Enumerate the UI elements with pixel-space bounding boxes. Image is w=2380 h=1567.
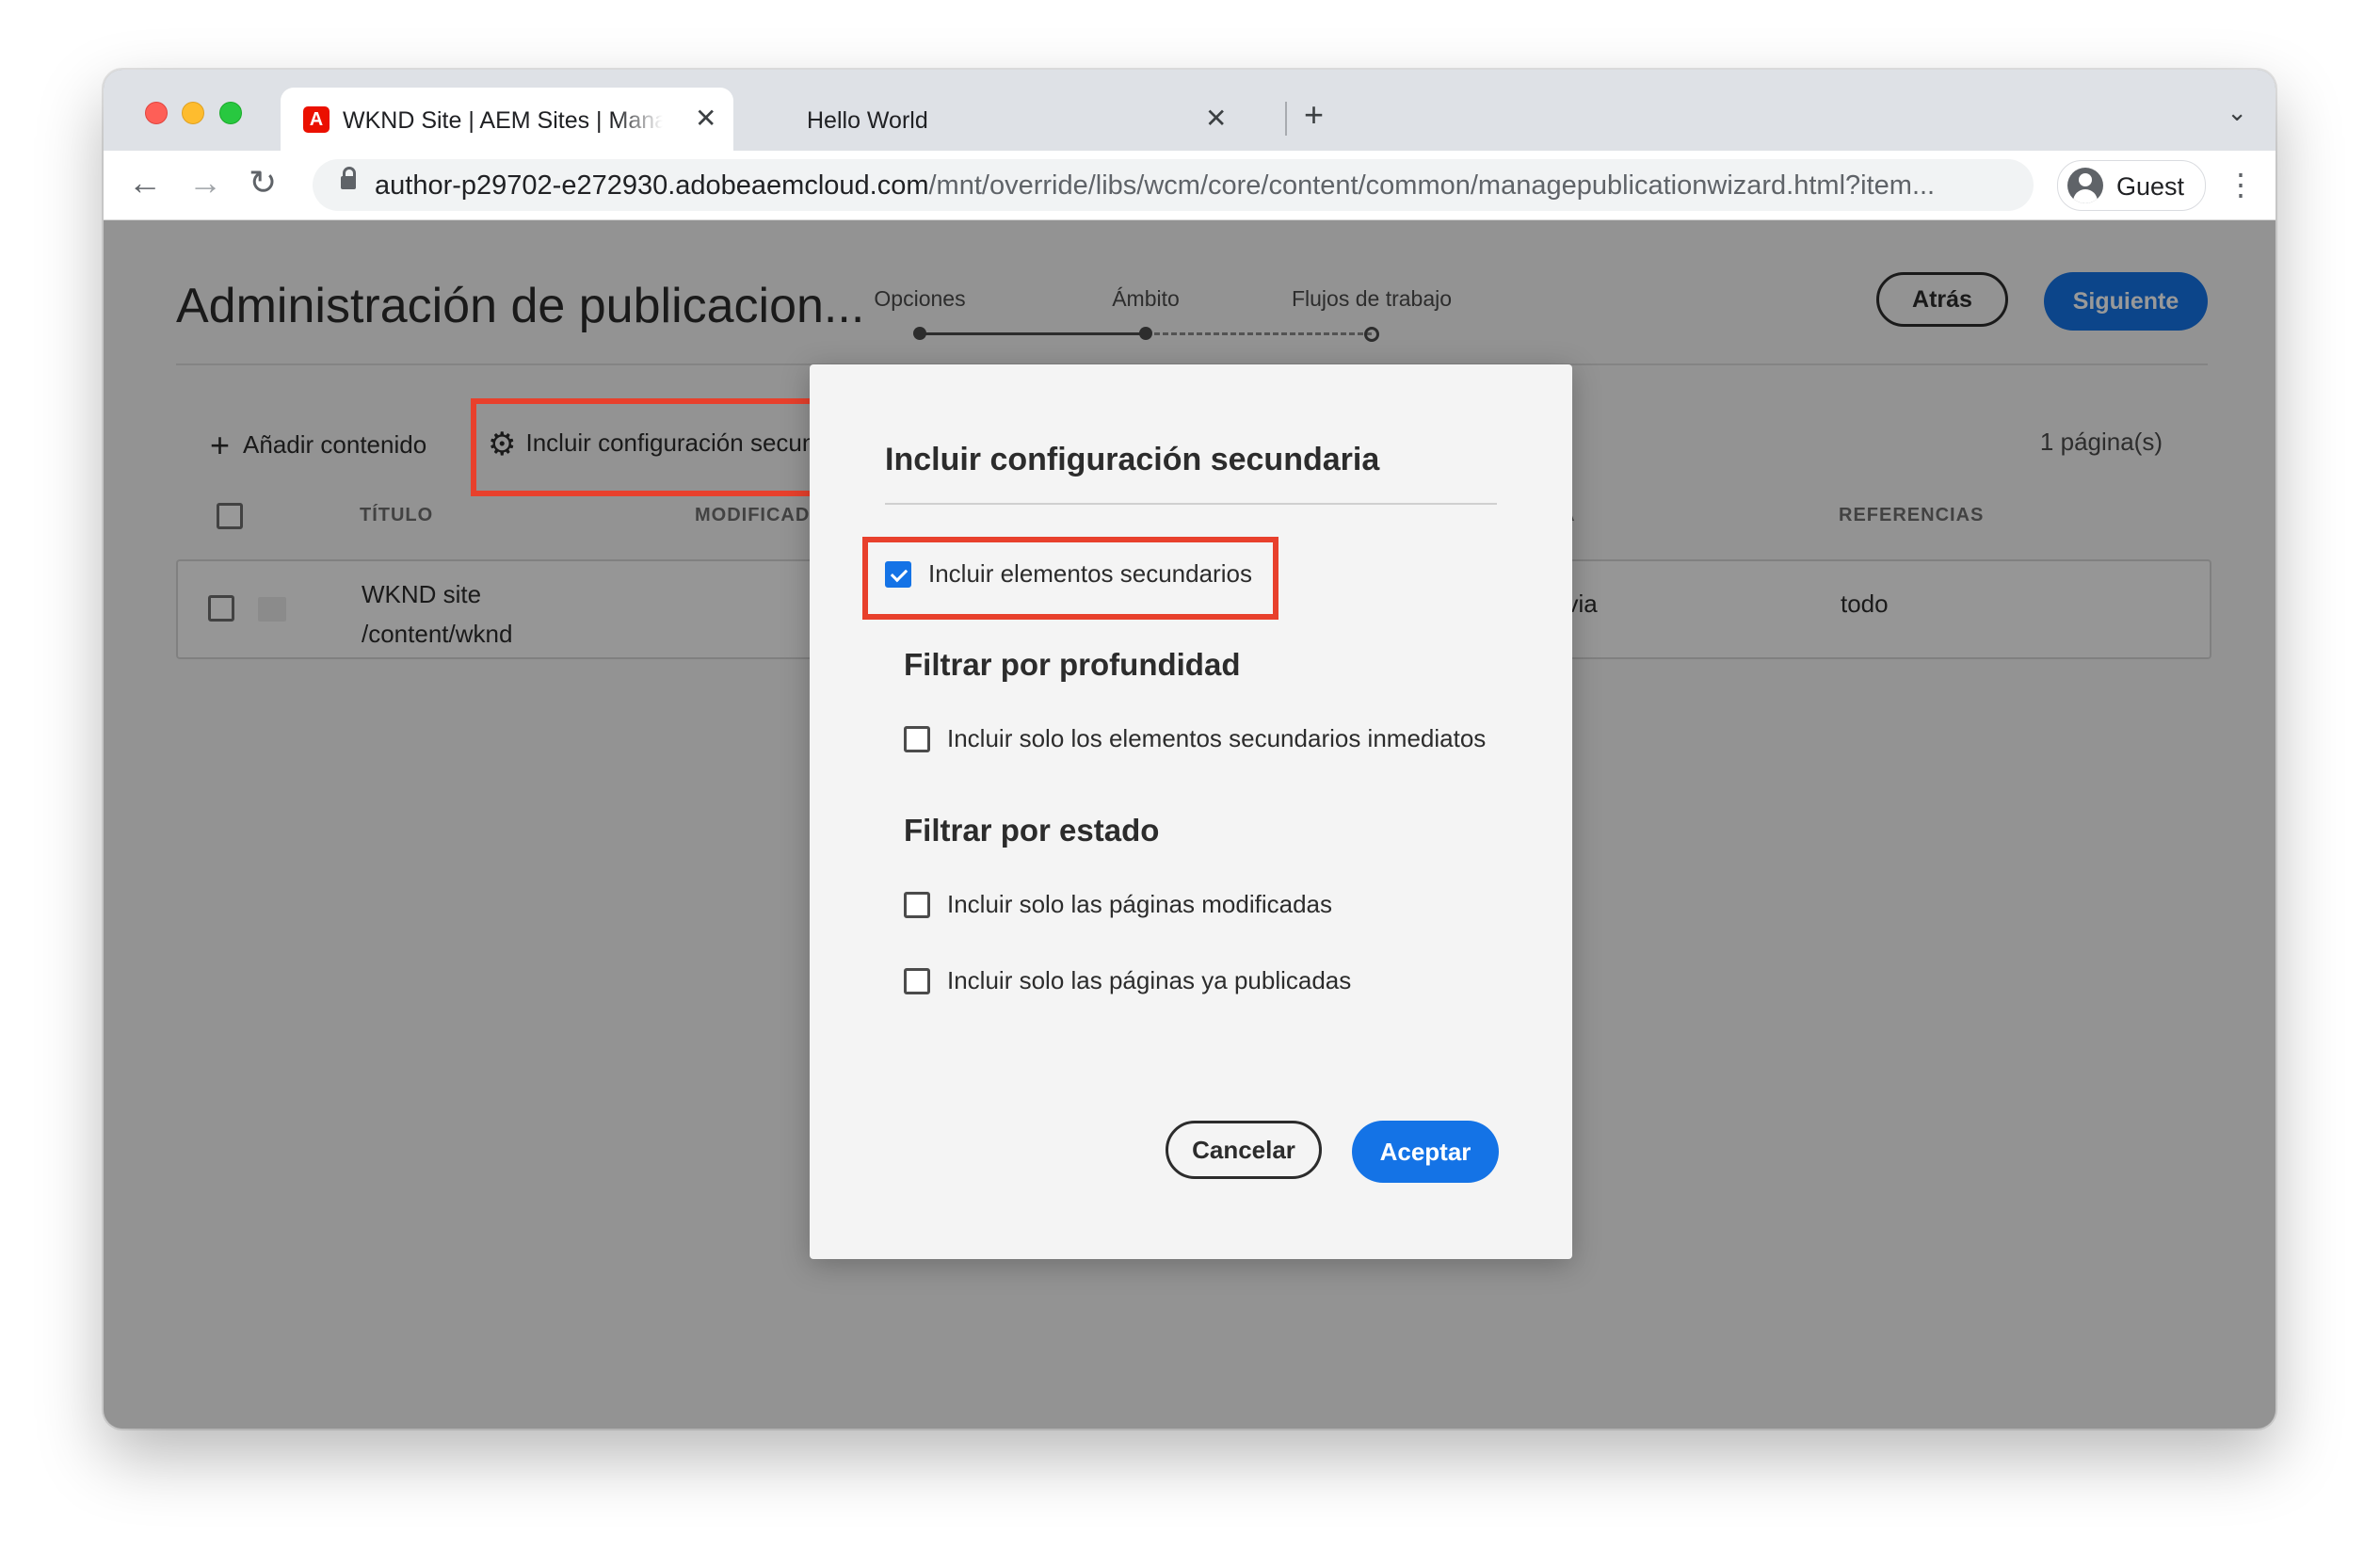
- chevron-down-icon[interactable]: ⌄: [2227, 98, 2247, 127]
- address-bar[interactable]: author-p29702-e272930.adobeaemcloud.com/…: [313, 159, 2034, 211]
- depth-heading: Filtrar por profundidad: [904, 647, 1241, 682]
- avatar-icon: [2067, 168, 2103, 203]
- tab-hello-world[interactable]: Hello World ✕: [763, 88, 1271, 151]
- dialog-divider: [885, 503, 1497, 505]
- dialog-title: Incluir configuración secundaria: [885, 442, 1380, 477]
- close-icon[interactable]: ✕: [1205, 103, 1227, 135]
- cancel-button[interactable]: Cancelar: [1166, 1121, 1322, 1179]
- adobe-logo-icon: A: [303, 106, 330, 133]
- back-arrow-icon[interactable]: ←: [128, 162, 162, 203]
- close-window-button[interactable]: [145, 102, 168, 124]
- modified-pages-checkbox[interactable]: [904, 892, 930, 918]
- accept-button[interactable]: Aceptar: [1352, 1121, 1499, 1183]
- tab-separator: [1285, 102, 1287, 136]
- more-menu-icon[interactable]: ⋮: [2226, 166, 2256, 203]
- modified-pages-label: Incluir solo las páginas modificadas: [947, 890, 1332, 918]
- maximize-window-button[interactable]: [219, 102, 242, 124]
- highlight-include-children: [862, 537, 1278, 620]
- include-children-dialog: Incluir configuración secundaria Incluir…: [810, 364, 1572, 1259]
- reload-icon[interactable]: ↻: [249, 162, 277, 203]
- new-tab-button[interactable]: +: [1304, 96, 1324, 134]
- highlight-include-config: [471, 398, 823, 496]
- minimize-window-button[interactable]: [182, 102, 204, 124]
- published-pages-checkbox[interactable]: [904, 968, 930, 994]
- close-icon[interactable]: ✕: [695, 103, 716, 135]
- browser-window: A WKND Site | AEM Sites | Manage Publica…: [104, 70, 2275, 1429]
- profile-label: Guest: [2116, 172, 2185, 201]
- browser-toolbar: ← → ↻ author-p29702-e272930.adobeaemclou…: [104, 151, 2275, 220]
- url-path: /mnt/override/libs/wcm/core/content/comm…: [928, 170, 1936, 201]
- status-heading: Filtrar por estado: [904, 813, 1160, 848]
- lock-icon[interactable]: [341, 167, 356, 189]
- url-host: author-p29702-e272930.adobeaemcloud.com: [375, 170, 929, 201]
- immediate-children-checkbox[interactable]: [904, 726, 930, 752]
- url-text[interactable]: author-p29702-e272930.adobeaemcloud.com/…: [375, 170, 1935, 202]
- tab-title: Hello World: [807, 107, 928, 134]
- immediate-children-label: Incluir solo los elementos secundarios i…: [947, 724, 1487, 752]
- tab-wknd-site[interactable]: A WKND Site | AEM Sites | Manage Publica…: [281, 88, 733, 151]
- forward-arrow-icon[interactable]: →: [188, 162, 222, 203]
- published-pages-label: Incluir solo las páginas ya publicadas: [947, 966, 1352, 994]
- profile-button[interactable]: Guest: [2057, 160, 2206, 211]
- tab-title: WKND Site | AEM Sites | Manage Publicati…: [343, 107, 663, 134]
- tab-strip: A WKND Site | AEM Sites | Manage Publica…: [104, 70, 2275, 151]
